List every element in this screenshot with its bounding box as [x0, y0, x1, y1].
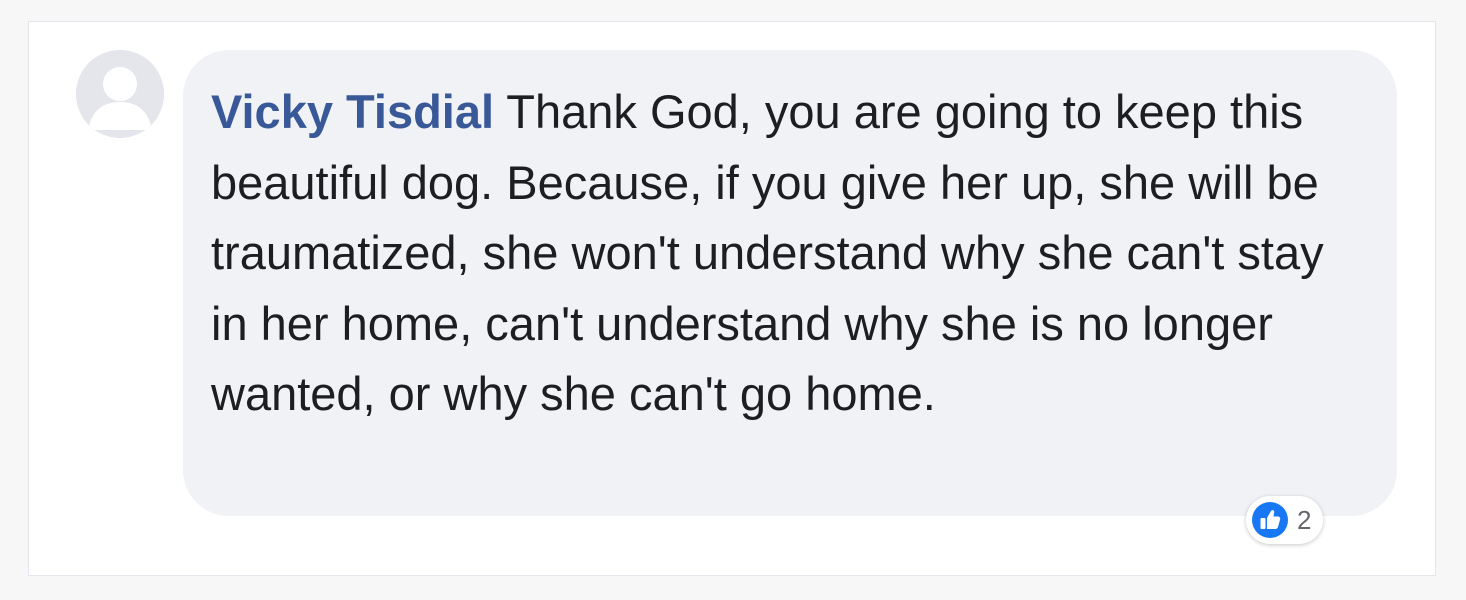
like-icon	[1252, 502, 1288, 538]
default-profile-icon	[76, 50, 164, 138]
comment-author-link[interactable]: Vicky Tisdial	[211, 85, 494, 138]
comment-text: Vicky Tisdial Thank God, you are going t…	[211, 77, 1357, 430]
reaction-count: 2	[1297, 504, 1312, 535]
reaction-summary[interactable]: 2	[1246, 496, 1324, 544]
avatar[interactable]	[76, 50, 164, 138]
comment-bubble: Vicky Tisdial Thank God, you are going t…	[183, 50, 1397, 516]
